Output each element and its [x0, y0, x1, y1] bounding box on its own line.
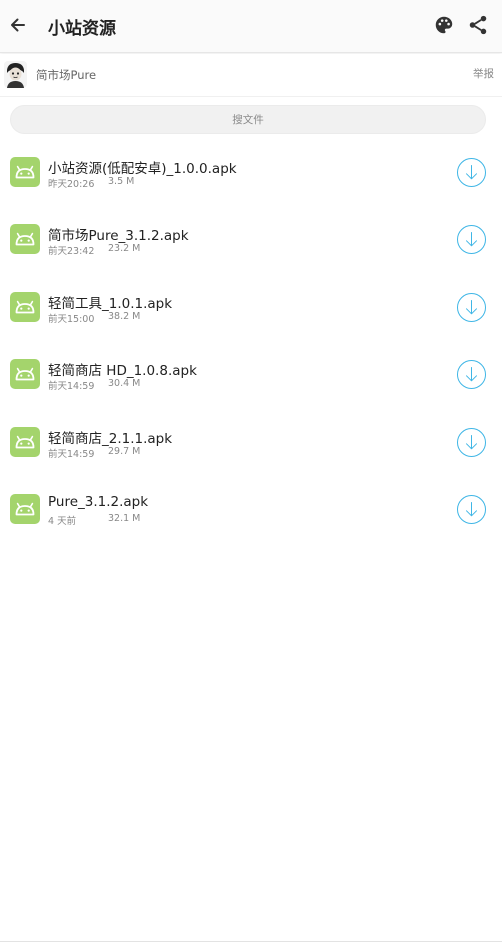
list-item[interactable]: 轻简商店 HD_1.0.8.apk 前天14:59 30.4 M — [0, 342, 502, 409]
file-time: 前天14:59 — [48, 448, 95, 460]
android-icon — [10, 426, 40, 457]
download-icon[interactable] — [456, 494, 487, 525]
file-time: 4 天前 — [48, 515, 77, 527]
file-name: Pure_3.1.2.apk — [48, 493, 149, 510]
owner-row: 简市场Pure 举报 — [0, 54, 502, 97]
palette-icon[interactable] — [433, 14, 457, 38]
avatar[interactable] — [4, 61, 27, 88]
file-size: 3.5 M — [108, 176, 135, 187]
file-time: 前天15:00 — [48, 313, 95, 325]
owner-name[interactable]: 简市场Pure — [36, 67, 96, 83]
download-icon[interactable] — [456, 292, 487, 323]
download-icon[interactable] — [456, 157, 487, 188]
android-icon — [10, 291, 40, 322]
android-icon — [10, 359, 40, 390]
file-time: 昨天20:26 — [48, 179, 95, 190]
file-size: 38.2 M — [108, 310, 141, 322]
file-name: 轻简工具_1.0.1.apk — [48, 295, 173, 312]
file-size: 32.1 M — [108, 512, 141, 524]
file-list: 小站资源(低配安卓)_1.0.0.apk 昨天20:26 3.5 M 简市场Pu… — [0, 140, 502, 544]
list-item[interactable]: Pure_3.1.2.apk 4 天前 32.1 M — [0, 477, 502, 544]
file-size: 23.2 M — [108, 243, 141, 255]
file-name: 小站资源(低配安卓)_1.0.0.apk — [48, 161, 237, 177]
android-icon — [10, 224, 40, 255]
page-title: 小站资源 — [48, 19, 116, 39]
file-name: 简市场Pure_3.1.2.apk — [48, 228, 189, 245]
file-time: 前天14:59 — [48, 381, 95, 393]
file-size: 30.4 M — [108, 378, 141, 390]
download-icon[interactable] — [456, 427, 487, 458]
android-icon — [10, 157, 40, 187]
file-time: 前天23:42 — [48, 246, 95, 258]
list-item[interactable]: 简市场Pure_3.1.2.apk 前天23:42 23.2 M — [0, 207, 502, 274]
android-icon — [10, 493, 40, 524]
list-item[interactable]: 轻简工具_1.0.1.apk 前天15:00 38.2 M — [0, 275, 502, 342]
share-icon[interactable] — [467, 14, 491, 38]
back-arrow-icon[interactable] — [4, 11, 32, 39]
file-name: 轻简商店 HD_1.0.8.apk — [48, 363, 197, 380]
search-file-button[interactable]: 搜文件 — [10, 105, 486, 134]
list-item[interactable]: 小站资源(低配安卓)_1.0.0.apk 昨天20:26 3.5 M — [0, 140, 502, 207]
download-icon[interactable] — [456, 224, 487, 255]
app-bar: 小站资源 — [0, 0, 502, 53]
divider — [0, 941, 502, 942]
file-name: 轻简商店_2.1.1.apk — [48, 430, 173, 447]
report-button[interactable]: 举报 — [473, 66, 494, 81]
list-item[interactable]: 轻简商店_2.1.1.apk 前天14:59 29.7 M — [0, 410, 502, 477]
file-size: 29.7 M — [108, 445, 141, 457]
download-icon[interactable] — [456, 359, 487, 390]
